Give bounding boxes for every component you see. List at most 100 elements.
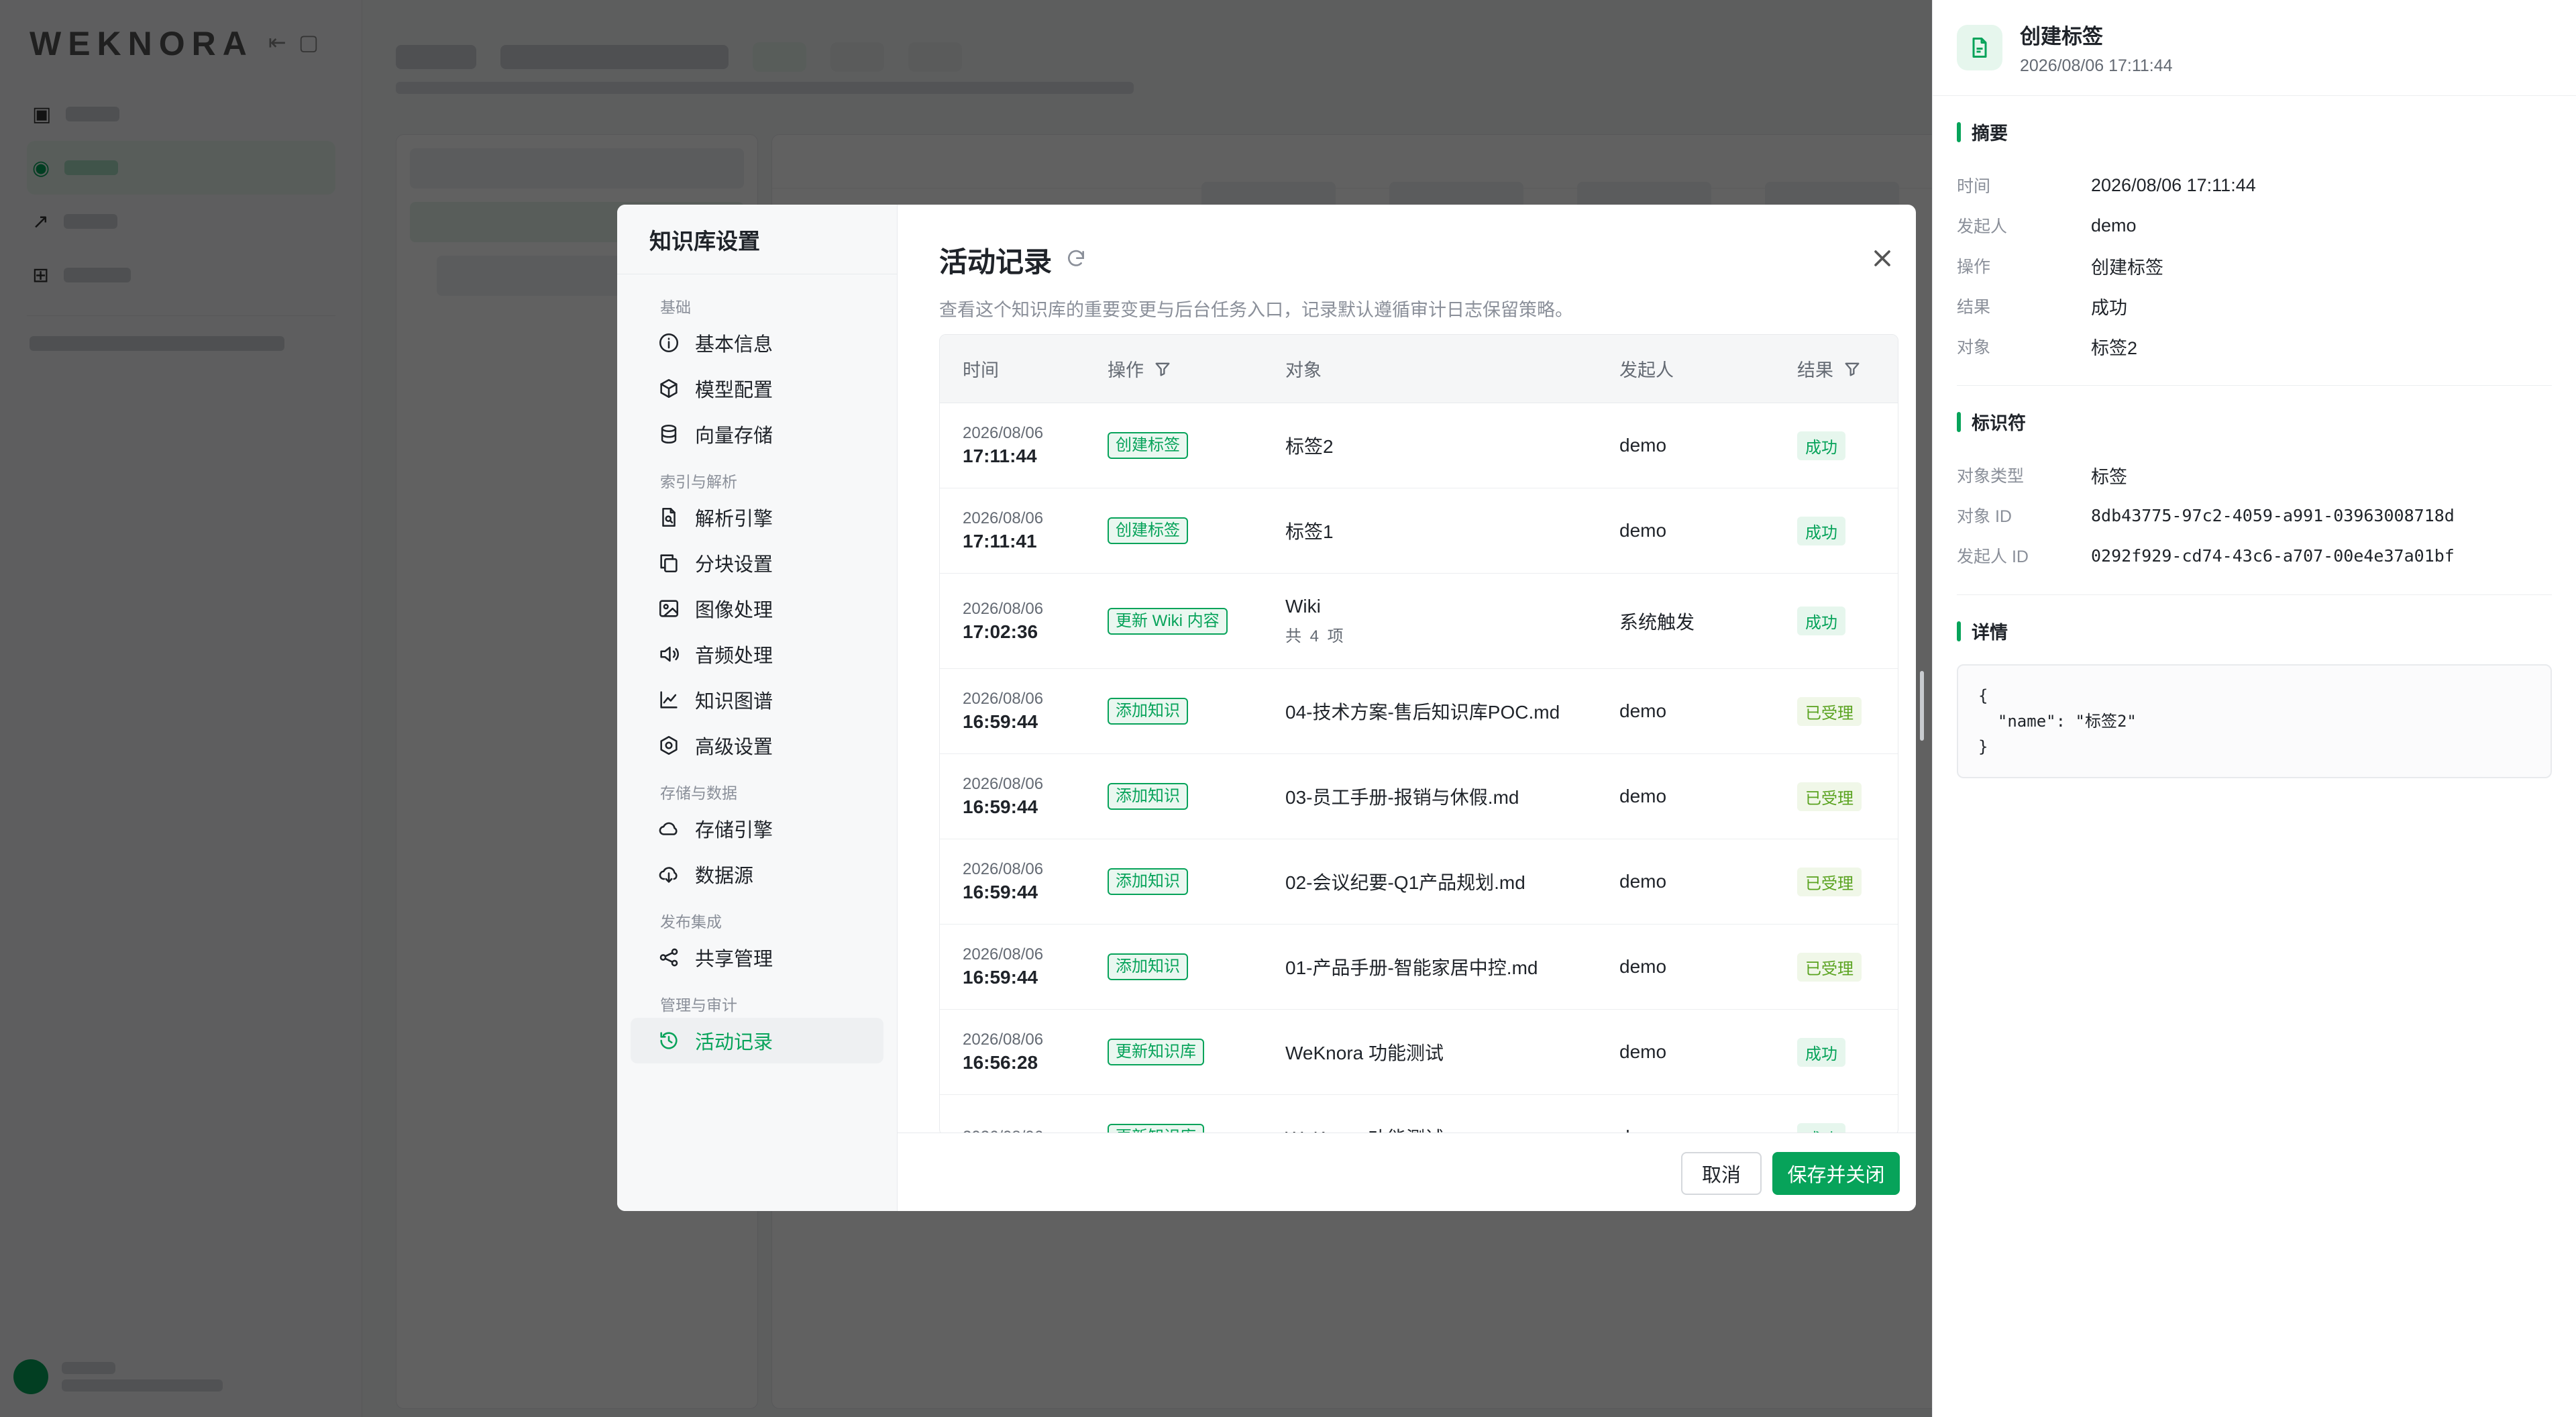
sidebar-item-label: 图像处理 xyxy=(695,600,773,621)
table-row[interactable]: 2026/08/06 16:56:28 更新知识库 WeKnora 功能测试 demo 成… xyxy=(940,1010,1898,1095)
sidebar-item[interactable]: 解析引擎 xyxy=(631,494,883,540)
cloud-download-icon xyxy=(659,867,678,883)
sidebar-item-label: 解析引擎 xyxy=(695,509,773,530)
operation-tag: 添加知识 xyxy=(1108,868,1188,895)
table-row[interactable]: 2026/08/06 16:59:44 添加知识 02-会议纪要-Q1产品规划.md d… xyxy=(940,839,1898,925)
modal-footer: 取消 保存并关闭 xyxy=(898,1133,1916,1211)
sidebar-item[interactable]: 音频处理 xyxy=(631,631,883,677)
cell-date: 2026/08/06 xyxy=(963,690,1044,708)
sidebar-item[interactable]: 存储引擎 xyxy=(631,806,883,851)
cell-result: 成功 xyxy=(1784,431,1898,460)
column-header-user: 发起人 xyxy=(1619,360,1674,380)
close-button[interactable] xyxy=(1862,238,1902,278)
history-icon xyxy=(660,1032,678,1049)
nav-group-title: 管理与审计 xyxy=(660,996,737,1014)
cell-time: 2026/08/06 16:56:28 xyxy=(940,1029,1094,1075)
summary-section: 摘要 时间 2026/08/06 17:11:44 发起人 demo 操作 创建标签 结果 成… xyxy=(1957,96,2552,386)
status-badge: 成功 xyxy=(1797,607,1845,635)
cell-clock: 17:11:41 xyxy=(963,531,1037,552)
nav-group-title: 索引与解析 xyxy=(660,473,737,490)
table-row[interactable]: 2026/08/06 17:11:41 创建标签 标签1 demo 成功 xyxy=(940,488,1898,574)
column-header-op: 操作 xyxy=(1094,356,1272,382)
table-row[interactable]: 2026/08/06 17:11:44 创建标签 标签2 demo 成功 xyxy=(940,403,1898,488)
cell-op: 添加知识 xyxy=(1094,783,1272,810)
cell-date: 2026/08/06 xyxy=(963,509,1044,527)
sidebar-item[interactable]: 图像处理 xyxy=(631,586,883,631)
refresh-icon[interactable] xyxy=(1065,244,1087,276)
sidebar-item[interactable]: 活动记录 xyxy=(631,1018,883,1063)
sidebar-item[interactable]: 高级设置 xyxy=(631,723,883,768)
field-value: 标签 xyxy=(2091,466,2127,487)
activity-title: 活动记录 xyxy=(939,240,1573,280)
sidebar-item-label: 知识图谱 xyxy=(695,691,773,713)
details-json: { "name": "标签2" } xyxy=(1957,664,2552,778)
sidebar-item-label: 共享管理 xyxy=(695,949,773,970)
field-label: 对象类型 xyxy=(1957,467,2025,486)
object-name: Wiki xyxy=(1285,596,1321,617)
operation-tag: 添加知识 xyxy=(1108,953,1188,980)
section-accent-bar xyxy=(1957,121,1961,142)
cell-result: 成功 xyxy=(1784,516,1898,545)
details-title-label: 详情 xyxy=(1972,623,2008,643)
hexagon-gear-icon xyxy=(660,735,678,755)
table-row[interactable]: 2026/08/06 16:59:44 添加知识 03-员工手册-报销与休假.md de… xyxy=(940,754,1898,839)
filter-icon[interactable] xyxy=(1843,360,1862,378)
database-icon xyxy=(661,424,677,444)
cube-icon xyxy=(660,378,678,399)
identifier-fields: 对象类型 标签对象 ID 8db43775-97c2-4059-a991-03963… xyxy=(1957,455,2552,576)
cell-object: 标签2 xyxy=(1272,432,1606,459)
sidebar-item[interactable]: 模型配置 xyxy=(631,366,883,411)
operation-tag: 创建标签 xyxy=(1108,432,1188,459)
cell-clock: 16:56:28 xyxy=(963,1052,1038,1073)
cell-user: demo xyxy=(1619,435,1667,456)
info-icon xyxy=(659,333,679,353)
detail-field: 对象 ID 8db43775-97c2-4059-a991-03963008718… xyxy=(1957,495,2552,535)
column-header-op-label: 操作 xyxy=(1108,360,1144,380)
sidebar-item[interactable]: 知识图谱 xyxy=(631,677,883,723)
field-label: 时间 xyxy=(1957,177,1991,196)
table-row[interactable]: 2026/08/06 16:59:44 添加知识 04-技术方案-售后知识库POC.m… xyxy=(940,669,1898,754)
cell-time: 2026/08/06 16:59:44 xyxy=(940,688,1094,734)
scrollbar[interactable] xyxy=(1920,671,1924,741)
status-badge: 成功 xyxy=(1797,1037,1845,1067)
table-header: 时间 操作 对象 发起人 结果 xyxy=(940,335,1898,403)
detail-field: 时间 2026/08/06 17:11:44 xyxy=(1957,165,2552,205)
sidebar-item[interactable]: 基本信息 xyxy=(631,320,883,366)
activity-panel: 活动记录 查看这个知识库的重要变更与后台任务入口，记录默认遵循审计日志保留策略。… xyxy=(898,205,1916,1211)
field-value: 8db43775-97c2-4059-a991-03963008718d xyxy=(2091,505,2455,525)
table-row[interactable]: 2026/08/06更新知识库WeKnora 功能测试demo成功 xyxy=(940,1095,1898,1135)
sidebar-item[interactable]: 分块设置 xyxy=(631,540,883,586)
field-value: 成功 xyxy=(2091,297,2127,318)
field-value: 0292f929-cd74-43c6-a707-00e4e37a01bf xyxy=(2091,545,2455,566)
field-label: 对象 ID xyxy=(1957,507,2012,526)
object-name: 02-会议纪要-Q1产品规划.md xyxy=(1285,872,1525,893)
cell-object: 01-产品手册-智能家居中控.md xyxy=(1272,953,1606,980)
summary-fields: 时间 2026/08/06 17:11:44 发起人 demo 操作 创建标签 结果 成功 对象… xyxy=(1957,165,2552,366)
cell-time: 2026/08/06 16:59:44 xyxy=(940,859,1094,904)
status-badge: 已受理 xyxy=(1797,867,1862,896)
cell-object: Wiki 共 4 项 xyxy=(1272,596,1606,646)
sidebar-item[interactable]: 共享管理 xyxy=(631,935,883,980)
save-close-button[interactable]: 保存并关闭 xyxy=(1772,1152,1900,1195)
cell-op: 添加知识 xyxy=(1094,698,1272,725)
sidebar-item[interactable]: 数据源 xyxy=(631,851,883,897)
field-value: 标签2 xyxy=(2091,337,2138,358)
file-tag-icon xyxy=(1957,25,2002,70)
sidebar-item-label: 存储引擎 xyxy=(695,820,773,841)
field-label: 发起人 xyxy=(1957,217,2008,236)
cell-date: 2026/08/06 xyxy=(963,945,1044,963)
table-row[interactable]: 2026/08/06 16:59:44 添加知识 01-产品手册-智能家居中控.md d… xyxy=(940,925,1898,1010)
table-row[interactable]: 2026/08/06 17:02:36 更新 Wiki 内容 Wiki 共 4 项 系统触… xyxy=(940,574,1898,669)
settings-sidebar-title: 知识库设置 xyxy=(617,205,897,274)
cell-user: 系统触发 xyxy=(1619,611,1695,633)
filter-icon[interactable] xyxy=(1153,360,1172,378)
status-badge: 成功 xyxy=(1797,431,1845,460)
object-count: 共 4 项 xyxy=(1285,627,1346,645)
field-label: 结果 xyxy=(1957,298,1991,317)
cell-op: 创建标签 xyxy=(1094,517,1272,544)
cell-result: 已受理 xyxy=(1784,696,1898,726)
cancel-button[interactable]: 取消 xyxy=(1681,1152,1762,1195)
operation-tag: 添加知识 xyxy=(1108,783,1188,810)
sidebar-item-label: 音频处理 xyxy=(695,645,773,667)
sidebar-item[interactable]: 向量存储 xyxy=(631,411,883,457)
